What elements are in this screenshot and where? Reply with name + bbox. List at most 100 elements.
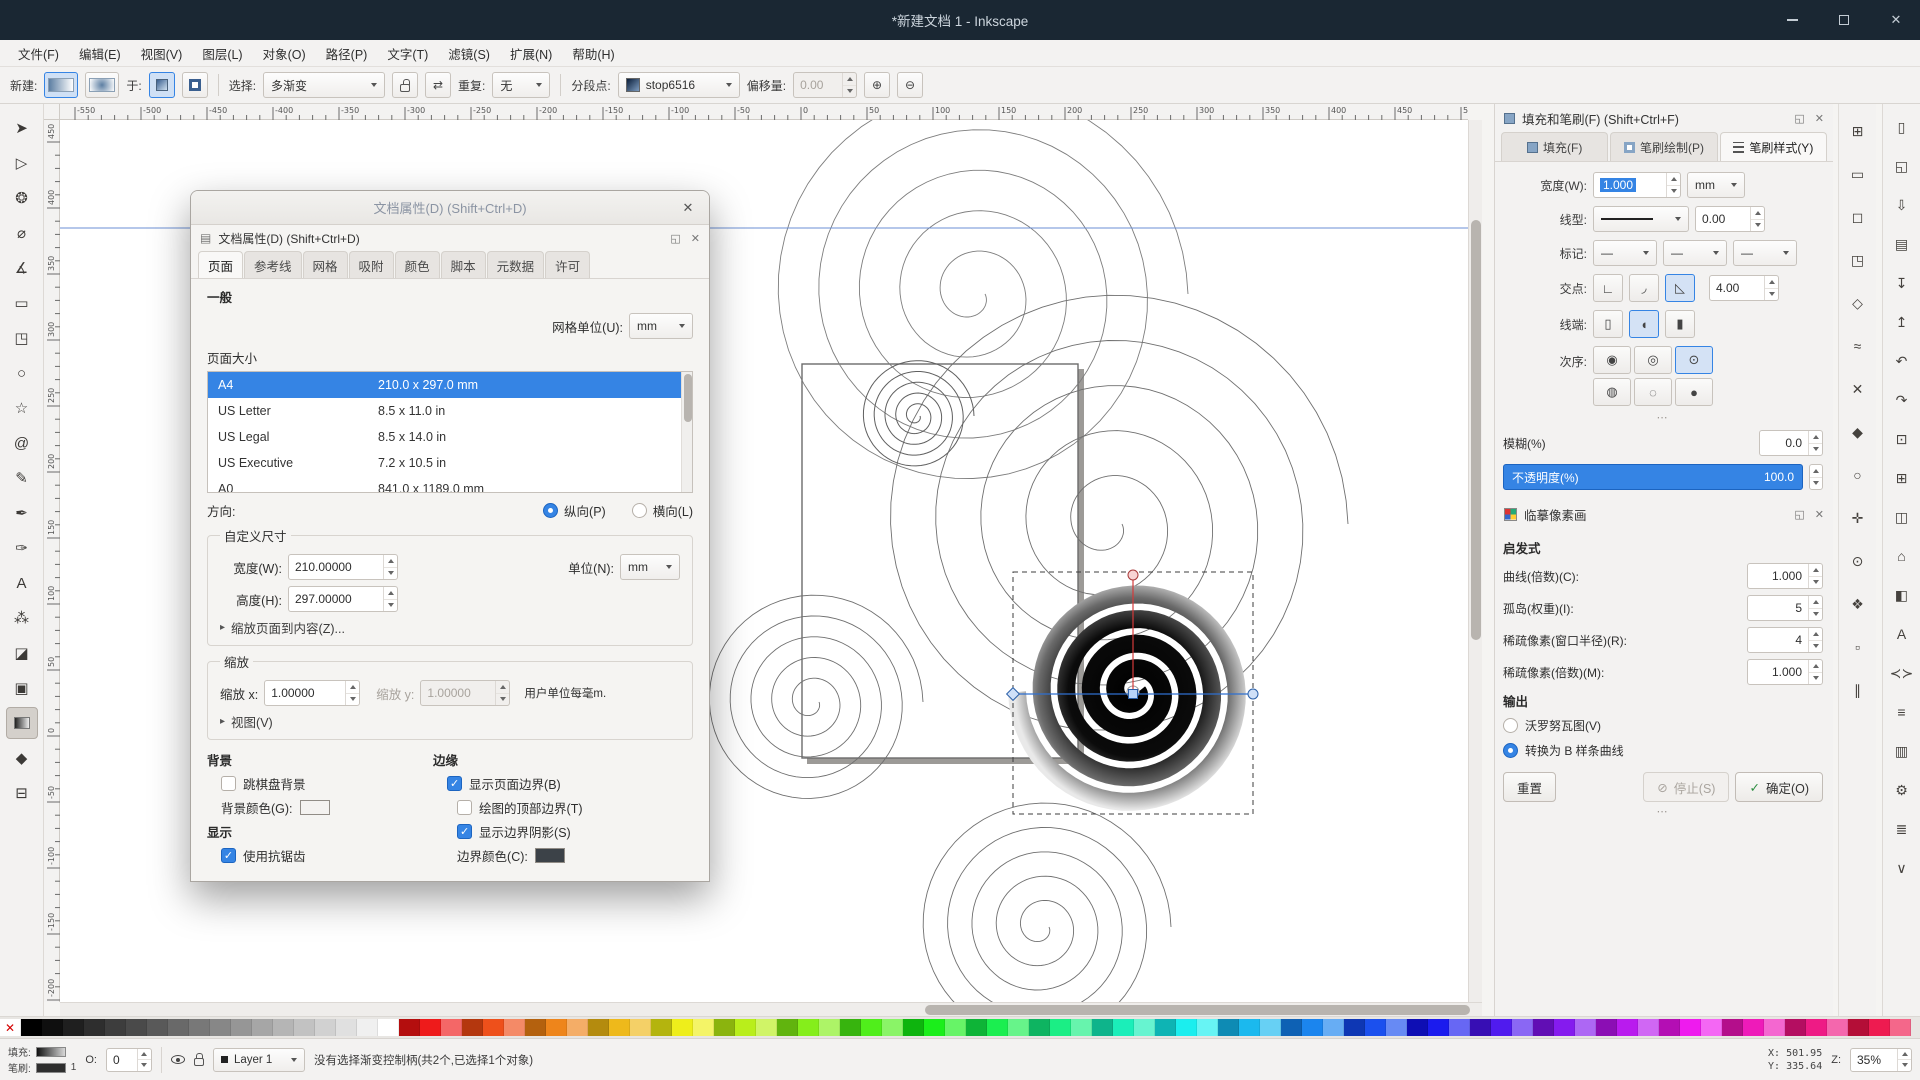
palette-swatch[interactable] <box>399 1019 420 1036</box>
close-button[interactable]: ✕ <box>1886 10 1906 30</box>
palette-swatch[interactable] <box>84 1019 105 1036</box>
snap-enable-icon[interactable]: ⊞ <box>1845 118 1871 144</box>
menu-item-7[interactable]: 滤镜(S) <box>438 41 500 66</box>
zoom-spin[interactable]: 35% <box>1850 1048 1912 1072</box>
opacity-slider[interactable]: 不透明度(%) 100.0 <box>1503 464 1803 490</box>
vertical-scrollbar-thumb[interactable] <box>1471 220 1481 640</box>
palette-swatch[interactable] <box>1659 1019 1680 1036</box>
palette-swatch[interactable] <box>693 1019 714 1036</box>
dash-offset-spin[interactable]: 0.00 <box>1695 206 1765 232</box>
save-document-icon[interactable]: ⇩ <box>1889 192 1915 218</box>
repeat-dropdown[interactable]: 无 <box>492 72 550 98</box>
palette-swatch[interactable] <box>1722 1019 1743 1036</box>
spin-up-icon[interactable] <box>1809 564 1822 577</box>
tab-scripting[interactable]: 脚本 <box>441 251 486 278</box>
dropper-tool[interactable]: ◆ <box>6 742 38 774</box>
palette-swatch[interactable] <box>441 1019 462 1036</box>
reset-button[interactable]: 重置 <box>1503 772 1556 802</box>
spin-up-icon[interactable] <box>1667 173 1680 186</box>
border-top-checkbox[interactable] <box>457 800 472 815</box>
snap-smooth-nodes-icon[interactable]: ○ <box>1845 462 1871 488</box>
linear-gradient-button[interactable] <box>44 72 78 98</box>
palette-swatch[interactable] <box>756 1019 777 1036</box>
palette-swatch[interactable] <box>315 1019 336 1036</box>
palette-swatch[interactable] <box>798 1019 819 1036</box>
spin-up-icon[interactable] <box>1809 596 1822 609</box>
curve-spin[interactable]: 1.000 <box>1747 563 1823 589</box>
spin-up-icon[interactable] <box>1898 1049 1911 1061</box>
palette-swatch[interactable] <box>1386 1019 1407 1036</box>
connector-tool[interactable]: ⊟ <box>6 777 38 809</box>
tab-fill[interactable]: 填充(F) <box>1501 132 1608 161</box>
checkerboard-checkbox[interactable] <box>221 776 236 791</box>
viewbox-expander[interactable]: ▸ 视图(V) <box>220 712 680 731</box>
spin-up-icon[interactable] <box>496 681 509 694</box>
paint-order-2-button[interactable]: ◎ <box>1634 346 1672 374</box>
marker-start-dropdown[interactable]: — <box>1593 240 1657 266</box>
palette-swatch[interactable] <box>1302 1019 1323 1036</box>
print-icon[interactable]: ▤ <box>1889 231 1915 257</box>
palette-swatch[interactable] <box>1848 1019 1869 1036</box>
snap-rotation-centers-icon[interactable]: ❖ <box>1845 591 1871 617</box>
palette-swatch[interactable] <box>231 1019 252 1036</box>
scale-x-spin[interactable]: 1.00000 <box>264 680 360 706</box>
palette-swatch[interactable] <box>1827 1019 1848 1036</box>
gradient-on-stroke-button[interactable] <box>182 72 208 98</box>
snap-bbox-icon[interactable]: ▭ <box>1845 161 1871 187</box>
snap-page-border-icon[interactable]: ▫ <box>1845 634 1871 660</box>
blur-spin[interactable]: 0.0 <box>1759 430 1823 456</box>
ok-button[interactable]: ✓确定(O) <box>1735 772 1823 802</box>
tab-page[interactable]: 页面 <box>198 251 243 278</box>
spin-up-icon[interactable] <box>346 681 359 694</box>
abort-button[interactable]: ⊘停止(S) <box>1643 772 1729 802</box>
palette-swatch[interactable] <box>672 1019 693 1036</box>
page-height-spin[interactable]: 297.00000 <box>288 586 398 612</box>
vertical-ruler[interactable]: 450400350300250200150100500-50-100-150-2… <box>44 120 60 1002</box>
tab-snap[interactable]: 吸附 <box>349 251 394 278</box>
star-tool[interactable]: ☆ <box>6 392 38 424</box>
bspline-radio[interactable] <box>1503 743 1518 758</box>
page-size-row-a0[interactable]: A0 841.0 x 1189.0 mm <box>208 476 692 493</box>
square-cap-button[interactable]: ▮ <box>1665 310 1695 338</box>
selector-tool[interactable]: ➤ <box>6 112 38 144</box>
palette-swatch[interactable] <box>1533 1019 1554 1036</box>
palette-swatch[interactable] <box>273 1019 294 1036</box>
palette-swatch[interactable] <box>588 1019 609 1036</box>
palette-swatch[interactable] <box>1428 1019 1449 1036</box>
page-size-row-us-executive[interactable]: US Executive 7.2 x 10.5 in <box>208 450 692 476</box>
dock-panel-icon[interactable]: ◱ <box>1794 508 1804 521</box>
menu-item-9[interactable]: 帮助(H) <box>562 41 624 66</box>
panel-close-icon[interactable]: ✕ <box>1815 112 1824 125</box>
palette-swatch[interactable] <box>1701 1019 1722 1036</box>
page-size-row-a4[interactable]: A4 210.0 x 297.0 mm <box>208 372 692 398</box>
palette-swatch[interactable] <box>1092 1019 1113 1036</box>
tweak-tool[interactable]: ❂ <box>6 182 38 214</box>
palette-swatch[interactable] <box>63 1019 84 1036</box>
spiral-object[interactable] <box>923 803 1171 1002</box>
spin-down-icon[interactable] <box>346 694 359 706</box>
palette-swatch[interactable] <box>1218 1019 1239 1036</box>
gradient-radius-handle-y[interactable] <box>1128 570 1138 580</box>
gradient-select-dropdown[interactable]: 多渐变 <box>263 72 385 98</box>
snap-grid-guides-icon[interactable]: ∥ <box>1845 677 1871 703</box>
spin-up-icon[interactable] <box>843 73 856 86</box>
palette-swatch[interactable] <box>882 1019 903 1036</box>
document-properties-icon[interactable]: ▥ <box>1889 738 1915 764</box>
snap-nodes-icon[interactable]: ◇ <box>1845 290 1871 316</box>
redo-icon[interactable]: ↷ <box>1889 387 1915 413</box>
palette-swatch[interactable] <box>420 1019 441 1036</box>
dialog-close-button[interactable]: ✕ <box>679 199 697 217</box>
duplicate-icon[interactable]: ◫ <box>1889 504 1915 530</box>
palette-swatch[interactable] <box>1050 1019 1071 1036</box>
offset-spin[interactable]: 0.00 <box>793 72 857 98</box>
spin-up-icon[interactable] <box>384 555 397 568</box>
palette-swatch[interactable] <box>903 1019 924 1036</box>
stroke-unit-dropdown[interactable]: mm <box>1687 172 1745 198</box>
radial-gradient-button[interactable] <box>85 72 119 98</box>
palette-swatch[interactable] <box>1155 1019 1176 1036</box>
panel-close-icon[interactable]: ✕ <box>1815 508 1824 521</box>
calligraphy-tool[interactable]: ✑ <box>6 532 38 564</box>
node-tool[interactable]: ▷ <box>6 147 38 179</box>
palette-swatch[interactable] <box>924 1019 945 1036</box>
spin-up-icon[interactable] <box>1765 276 1778 289</box>
